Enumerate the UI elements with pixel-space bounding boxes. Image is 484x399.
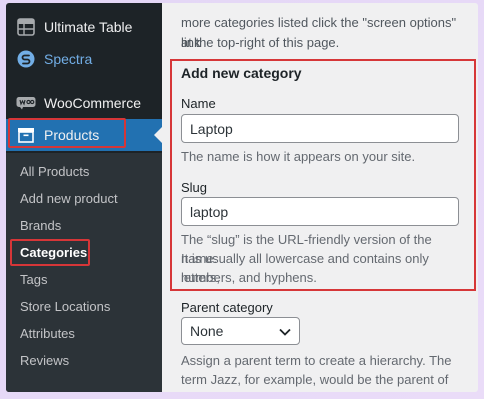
sidebar-item-ultimate-table[interactable]: Ultimate Table [6,11,162,43]
table-icon [16,17,36,37]
spectra-icon [16,49,36,69]
parent-description-line-2: term Jazz, for example, would be the par… [181,372,449,387]
products-submenu: All Products Add new product Brands Cate… [6,153,162,392]
submenu-item-all-products[interactable]: All Products [20,164,89,179]
submenu-item-brands[interactable]: Brands [20,218,61,233]
sidebar-item-label: WooCommerce [44,95,141,111]
name-label: Name [181,96,216,111]
name-input-value: Laptop [190,120,233,137]
sidebar-item-woocommerce[interactable]: WooCommerce [6,87,162,119]
slug-input-value: laptop [190,203,229,220]
app-window: Ultimate Table Spectra WooCommerce Produ… [6,3,478,392]
submenu-item-reviews[interactable]: Reviews [20,353,69,368]
parent-description-line-1: Assign a parent term to create a hierarc… [181,353,452,368]
woocommerce-icon [16,93,36,113]
sidebar-item-label: Products [44,127,100,143]
products-icon [16,125,36,145]
parent-category-label: Parent category [181,300,273,315]
slug-label: Slug [181,180,208,195]
submenu-item-tags[interactable]: Tags [20,272,47,287]
submenu-item-store-locations[interactable]: Store Locations [20,299,110,314]
name-input[interactable]: Laptop [181,114,459,143]
submenu-item-attributes[interactable]: Attributes [20,326,75,341]
slug-input[interactable]: laptop [181,197,459,226]
slug-description-line-3: numbers, and hyphens. [181,270,317,285]
sidebar-item-spectra[interactable]: Spectra [6,43,162,75]
sidebar-item-label: Spectra [44,51,93,67]
parent-category-select[interactable]: None [181,317,300,345]
add-category-heading: Add new category [181,65,302,81]
intro-text-line-2: at the top-right of this page. [181,35,340,50]
main-content: more categories listed click the "screen… [162,3,478,392]
submenu-item-add-new-product[interactable]: Add new product [20,191,118,206]
admin-sidebar: Ultimate Table Spectra WooCommerce Produ… [6,3,162,392]
parent-category-value: None [190,323,224,339]
chevron-down-icon [279,323,291,339]
name-description: The name is how it appears on your site. [181,149,416,164]
sidebar-item-products[interactable]: Products [6,119,162,151]
submenu-item-categories[interactable]: Categories [20,245,87,260]
sidebar-item-label: Ultimate Table [44,19,133,35]
